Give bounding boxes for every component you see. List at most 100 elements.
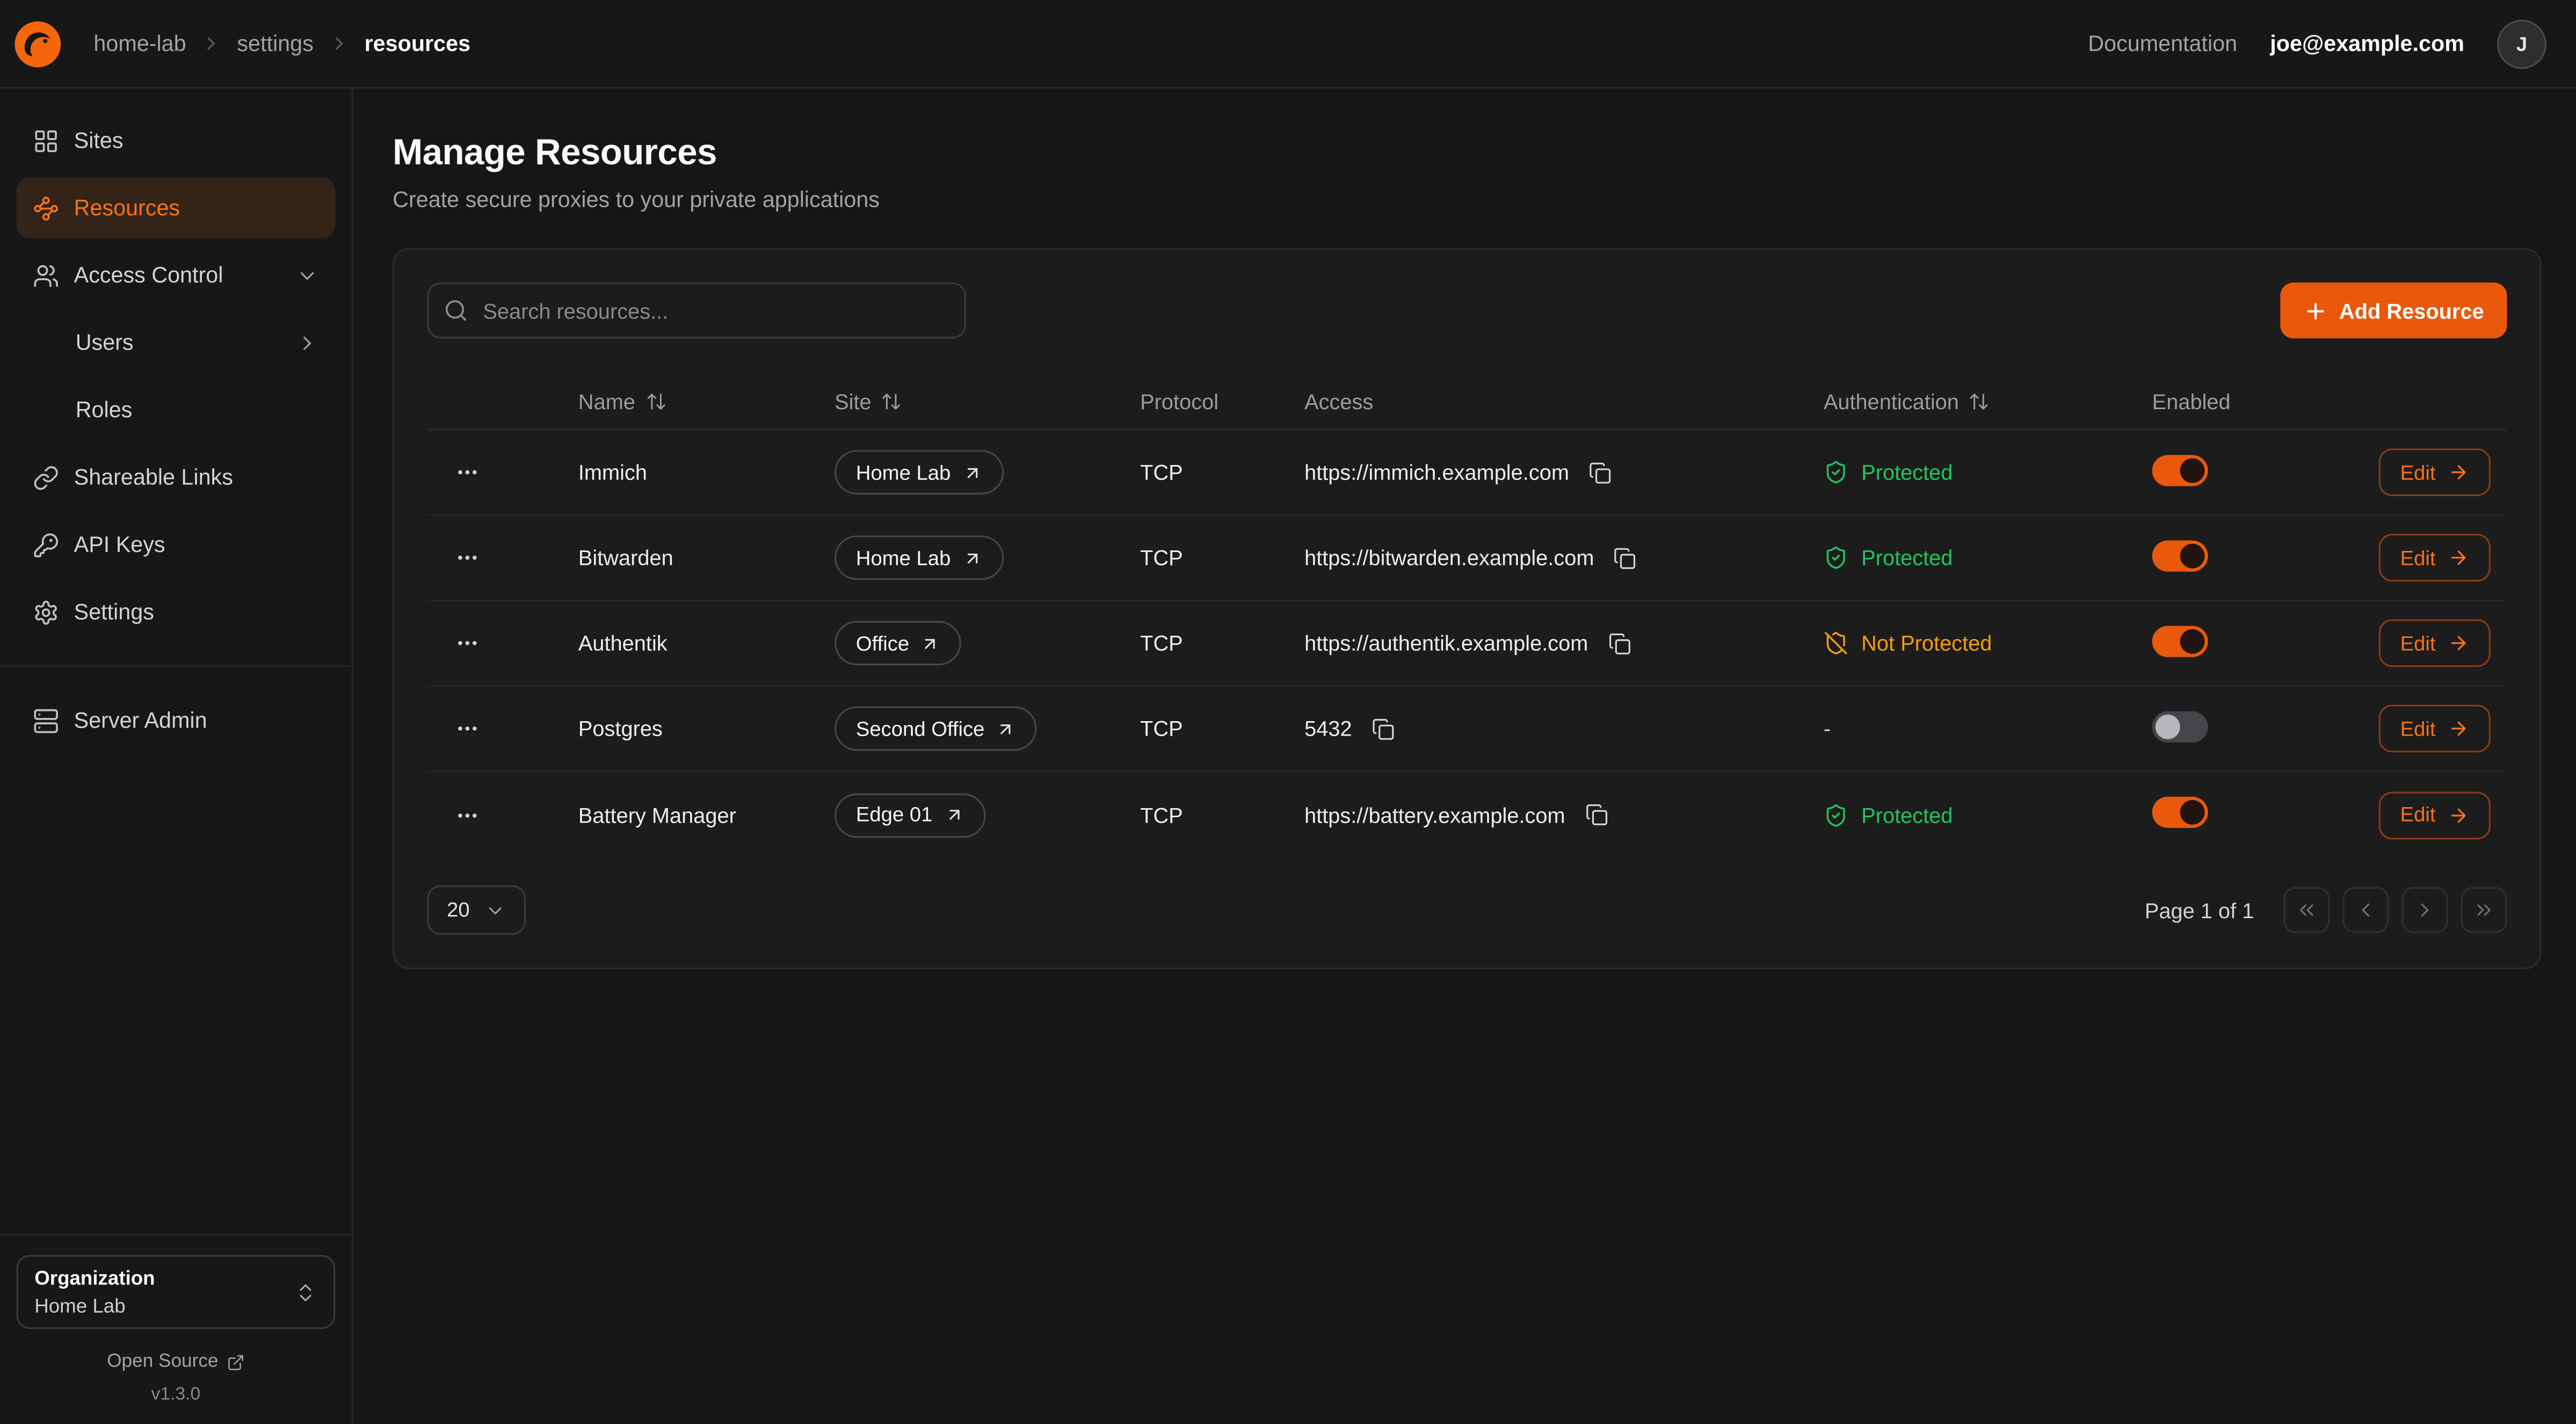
header-label: Enabled (2152, 389, 2231, 414)
edit-button[interactable]: Edit (2379, 704, 2490, 752)
documentation-link[interactable]: Documentation (2088, 31, 2237, 56)
breadcrumb-settings[interactable]: settings (237, 31, 313, 56)
search-input[interactable] (427, 282, 966, 338)
header-label: Protocol (1140, 389, 1218, 414)
edit-button[interactable]: Edit (2379, 791, 2490, 839)
site-link[interactable]: Home Lab (835, 450, 1003, 495)
sidebar-bottom: Organization Home Lab Open Source v1.3.0 (0, 1234, 352, 1424)
card-toolbar: Add Resource (427, 282, 2507, 338)
access-cell: https://battery.example.com (1304, 800, 1824, 830)
auth-label: Protected (1861, 802, 1953, 827)
sidebar-item-label: Shareable Links (74, 465, 233, 490)
edit-button[interactable]: Edit (2379, 534, 2490, 582)
row-menu-button[interactable] (447, 794, 488, 835)
chevron-down-icon (296, 264, 319, 287)
header-name[interactable]: Name (578, 389, 835, 414)
sidebar-item-shareable-links[interactable]: Shareable Links (17, 447, 336, 507)
sidebar-item-server-admin[interactable]: Server Admin (17, 690, 336, 751)
breadcrumb-separator-icon (201, 33, 222, 54)
enabled-toggle[interactable] (2152, 797, 2208, 828)
sidebar-item-label: Users (76, 330, 134, 355)
enabled-toggle[interactable] (2152, 540, 2208, 571)
arrow-right-icon (2447, 804, 2469, 826)
shield-check-icon (1824, 460, 1848, 485)
row-menu-button[interactable] (447, 708, 488, 749)
sidebar-item-users[interactable]: Users (17, 312, 336, 373)
last-page-button[interactable] (2461, 887, 2507, 933)
edit-label: Edit (2400, 546, 2436, 569)
shield-off-icon (1824, 631, 1848, 656)
resources-card: Add Resource Name Site (393, 248, 2542, 969)
table-row: Postgres Second Office TCP 5432 - (427, 687, 2507, 772)
copy-button[interactable] (1610, 543, 1640, 572)
previous-page-button[interactable] (2343, 887, 2389, 933)
sidebar-item-label: Access Control (74, 263, 223, 287)
enabled-toggle[interactable] (2152, 454, 2208, 485)
row-menu-cell (427, 794, 578, 835)
site-link[interactable]: Second Office (835, 706, 1037, 751)
edit-label: Edit (2400, 717, 2436, 740)
breadcrumb-org[interactable]: home-lab (93, 31, 186, 56)
user-email-button[interactable]: joe@example.com (2270, 31, 2464, 56)
copy-button[interactable] (1368, 714, 1398, 743)
sidebar-item-roles[interactable]: Roles (17, 380, 336, 440)
auth-label: Protected (1861, 460, 1953, 485)
enabled-toggle[interactable] (2152, 625, 2208, 656)
sidebar-item-resources[interactable]: Resources (17, 177, 336, 238)
arrow-up-right-icon (944, 805, 964, 825)
header-access: Access (1304, 389, 1824, 414)
resource-access: https://battery.example.com (1304, 802, 1565, 827)
server-icon (33, 707, 59, 733)
edit-button[interactable]: Edit (2379, 619, 2490, 667)
plus-icon (2303, 298, 2328, 323)
add-resource-button[interactable]: Add Resource (2280, 282, 2507, 338)
site-link[interactable]: Office (835, 621, 962, 665)
edit-cell: Edit (2379, 704, 2509, 752)
sidebar-item-access-control[interactable]: Access Control (17, 245, 336, 306)
row-menu-button[interactable] (447, 622, 488, 663)
arrow-right-icon (2447, 633, 2469, 654)
next-page-button[interactable] (2402, 887, 2448, 933)
sort-icon (1969, 391, 1990, 412)
edit-button[interactable]: Edit (2379, 448, 2490, 496)
site-name: Edge 01 (856, 803, 932, 826)
row-menu-cell (427, 537, 578, 578)
resource-name: Postgres (578, 716, 835, 741)
sidebar-item-api-keys[interactable]: API Keys (17, 514, 336, 575)
app-version: v1.3.0 (17, 1385, 336, 1405)
site-name: Office (856, 631, 909, 655)
organization-selector[interactable]: Organization Home Lab (17, 1255, 336, 1329)
resource-protocol: TCP (1140, 716, 1304, 741)
enabled-toggle[interactable] (2152, 710, 2208, 742)
sidebar-item-label: Settings (74, 600, 154, 624)
row-menu-button[interactable] (447, 537, 488, 578)
row-menu-cell (427, 452, 578, 492)
arrow-up-right-icon (996, 718, 1016, 738)
sort-icon (881, 391, 903, 412)
copy-button[interactable] (1586, 457, 1615, 487)
sidebar-item-settings[interactable]: Settings (17, 582, 336, 642)
copy-button[interactable] (1605, 628, 1634, 658)
sidebar-item-sites[interactable]: Sites (17, 110, 336, 171)
row-menu-button[interactable] (447, 452, 488, 492)
site-link[interactable]: Edge 01 (835, 793, 985, 837)
header-authentication[interactable]: Authentication (1824, 389, 2152, 414)
first-page-button[interactable] (2283, 887, 2330, 933)
table-row: Authentik Office TCP https://authentik.e… (427, 601, 2507, 687)
shield-check-icon (1824, 802, 1848, 827)
site-cell: Edge 01 (835, 793, 1140, 837)
site-name: Second Office (856, 717, 985, 740)
header-label: Site (835, 389, 872, 414)
open-source-link[interactable]: Open Source (17, 1352, 336, 1372)
copy-button[interactable] (1581, 800, 1611, 830)
table-header: Name Site Protocol (427, 375, 2507, 431)
site-cell: Second Office (835, 706, 1140, 751)
page-size-select[interactable]: 20 (427, 885, 525, 935)
resource-access: https://immich.example.com (1304, 460, 1569, 485)
site-link[interactable]: Home Lab (835, 535, 1003, 580)
header-site[interactable]: Site (835, 389, 1140, 414)
sidebar-item-label: Resources (74, 195, 180, 220)
user-avatar[interactable]: J (2497, 19, 2546, 68)
auth-label: - (1824, 716, 1831, 741)
sidebar-divider (0, 665, 352, 667)
